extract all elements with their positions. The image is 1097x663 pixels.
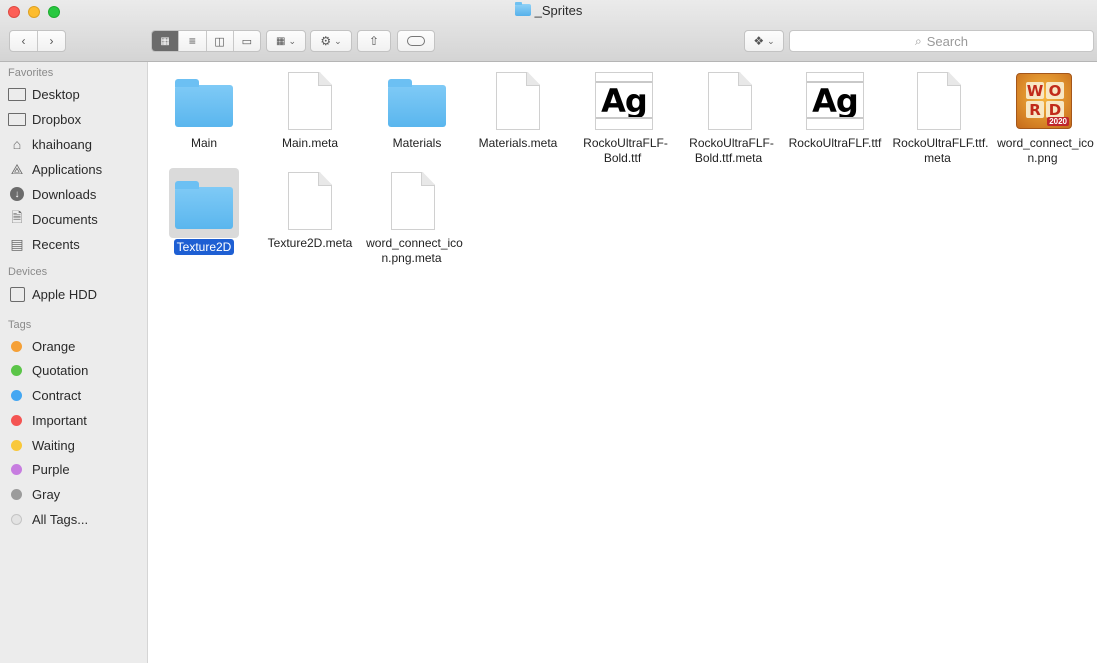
tag-color-dot — [11, 414, 22, 426]
file-item-word-connect-icon[interactable]: W O R D 2020 word_connect_icon.png — [991, 68, 1097, 166]
chevron-right-icon: › — [49, 34, 54, 48]
font-file-icon: Ag — [595, 72, 653, 130]
icon-view-button[interactable]: ▦ — [152, 31, 180, 51]
back-button[interactable]: ‹ — [10, 31, 38, 51]
file-item-texture2d-meta[interactable]: Texture2D.meta — [257, 168, 363, 251]
folder-icon — [388, 79, 446, 127]
document-icon — [288, 72, 332, 130]
title-bar: _Sprites ‹ › ▦ ≡ ◫ ▭ ▦ ⌄ ⚙ ⌄ ⇧ ❖ ⌄ ⌕ Search — [0, 0, 1097, 62]
sidebar-tag-quotation[interactable]: Quotation — [8, 360, 144, 380]
file-item-main-meta[interactable]: Main.meta — [257, 68, 363, 151]
tag-icon — [407, 36, 425, 46]
file-item-rocko-ttf-meta[interactable]: RockoUltraFLF.ttf.meta — [886, 68, 992, 166]
sidebar-item-dropbox[interactable]: Dropbox — [8, 109, 144, 129]
window-title: _Sprites — [0, 2, 1097, 18]
file-item-rocko-bold-ttf[interactable]: Ag RockoUltraFLF-Bold.ttf — [571, 68, 677, 166]
forward-button[interactable]: › — [38, 31, 65, 51]
back-forward-control: ‹ › — [9, 30, 66, 52]
share-button[interactable]: ⇧ — [357, 30, 391, 52]
file-item-rocko-bold-meta[interactable]: RockoUltraFLF-Bold.ttf.meta — [677, 68, 783, 166]
home-icon: ⌂ — [12, 136, 22, 152]
sidebar: Favorites Desktop Dropbox ⌂ khaihoang ⟁ … — [0, 62, 148, 663]
gear-icon: ⚙ — [320, 34, 332, 48]
document-icon — [391, 172, 435, 230]
tag-color-dot — [11, 364, 22, 376]
columns-icon: ◫ — [214, 35, 225, 48]
folder-icon — [175, 79, 233, 127]
column-view-button[interactable]: ◫ — [207, 31, 234, 51]
recents-icon: ▤ — [10, 235, 24, 252]
tag-color-dot — [11, 463, 22, 475]
sidebar-tag-purple[interactable]: Purple — [8, 459, 144, 479]
tag-color-dot — [11, 488, 22, 500]
sidebar-item-apple-hdd[interactable]: Apple HDD — [8, 284, 144, 304]
file-item-materials[interactable]: Materials — [364, 68, 470, 151]
downloads-icon: ↓ — [8, 186, 26, 202]
font-file-icon: Ag — [806, 72, 864, 130]
chevron-left-icon: ‹ — [21, 34, 26, 48]
tag-color-dot — [11, 340, 22, 352]
file-item-word-connect-icon-meta[interactable]: word_connect_icon.png.meta — [360, 168, 466, 266]
folder-icon — [175, 181, 233, 229]
documents-icon: 🗎 — [11, 209, 23, 225]
folder-icon — [514, 2, 531, 16]
dropbox-button[interactable]: ❖ ⌄ — [744, 30, 784, 52]
list-icon: ≡ — [188, 34, 196, 48]
coverflow-icon: ▭ — [241, 35, 253, 48]
arrange-grid-icon: ▦ — [276, 35, 286, 47]
search-icon: ⌕ — [915, 33, 922, 48]
edit-tags-button[interactable] — [397, 30, 435, 52]
sidebar-item-recents[interactable]: ▤ Recents — [8, 234, 144, 254]
harddisk-icon — [8, 286, 26, 302]
sidebar-item-applications[interactable]: ⟁ Applications — [8, 159, 144, 179]
sidebar-item-desktop[interactable]: Desktop — [8, 84, 144, 104]
file-grid: Main Main.meta Materials Materials.meta … — [148, 62, 1097, 663]
sidebar-tag-waiting[interactable]: Waiting — [8, 435, 144, 455]
file-item-materials-meta[interactable]: Materials.meta — [465, 68, 571, 151]
file-item-texture2d[interactable]: Texture2D — [151, 168, 257, 255]
tag-color-dot — [11, 513, 22, 525]
document-icon — [708, 72, 752, 130]
tag-color-dot — [11, 389, 22, 401]
favorites-header: Favorites — [8, 67, 54, 79]
sidebar-item-khaihoang[interactable]: ⌂ khaihoang — [8, 134, 144, 154]
gallery-view-button[interactable]: ▭ — [234, 31, 260, 51]
sidebar-tag-gray[interactable]: Gray — [8, 484, 144, 504]
file-item-main[interactable]: Main — [151, 68, 257, 151]
share-icon: ⇧ — [368, 34, 380, 48]
list-view-button[interactable]: ≡ — [179, 31, 207, 51]
sidebar-item-downloads[interactable]: ↓ Downloads — [8, 184, 144, 204]
document-icon — [496, 72, 540, 130]
folder-icon — [8, 111, 26, 127]
image-thumbnail-icon: W O R D 2020 — [1016, 73, 1072, 129]
document-icon — [288, 172, 332, 230]
search-input[interactable]: ⌕ Search — [789, 30, 1094, 52]
document-icon — [917, 72, 961, 130]
grid-icon: ▦ — [160, 35, 170, 47]
chevron-down-icon: ⌄ — [767, 35, 775, 46]
applications-icon: ⟁ — [10, 160, 24, 177]
chevron-down-icon: ⌄ — [334, 35, 342, 46]
finder-window: _Sprites ‹ › ▦ ≡ ◫ ▭ ▦ ⌄ ⚙ ⌄ ⇧ ❖ ⌄ ⌕ Search — [0, 0, 1097, 663]
sidebar-tag-orange[interactable]: Orange — [8, 336, 144, 356]
file-item-rocko-ttf[interactable]: Ag RockoUltraFLF.ttf — [782, 68, 888, 151]
sidebar-all-tags[interactable]: All Tags... — [8, 509, 144, 529]
chevron-down-icon: ⌄ — [288, 35, 296, 46]
desktop-icon — [8, 86, 26, 102]
view-mode-control: ▦ ≡ ◫ ▭ — [151, 30, 261, 52]
sidebar-item-documents[interactable]: 🗎 Documents — [8, 209, 144, 229]
devices-header: Devices — [8, 266, 48, 278]
sidebar-tag-important[interactable]: Important — [8, 410, 144, 430]
sidebar-tag-contract[interactable]: Contract — [8, 385, 144, 405]
tags-header: Tags — [8, 319, 32, 331]
tag-color-dot — [11, 439, 22, 451]
action-menu-button[interactable]: ⚙ ⌄ — [310, 30, 352, 52]
dropbox-icon: ❖ — [753, 34, 765, 48]
group-by-button[interactable]: ▦ ⌄ — [266, 30, 306, 52]
